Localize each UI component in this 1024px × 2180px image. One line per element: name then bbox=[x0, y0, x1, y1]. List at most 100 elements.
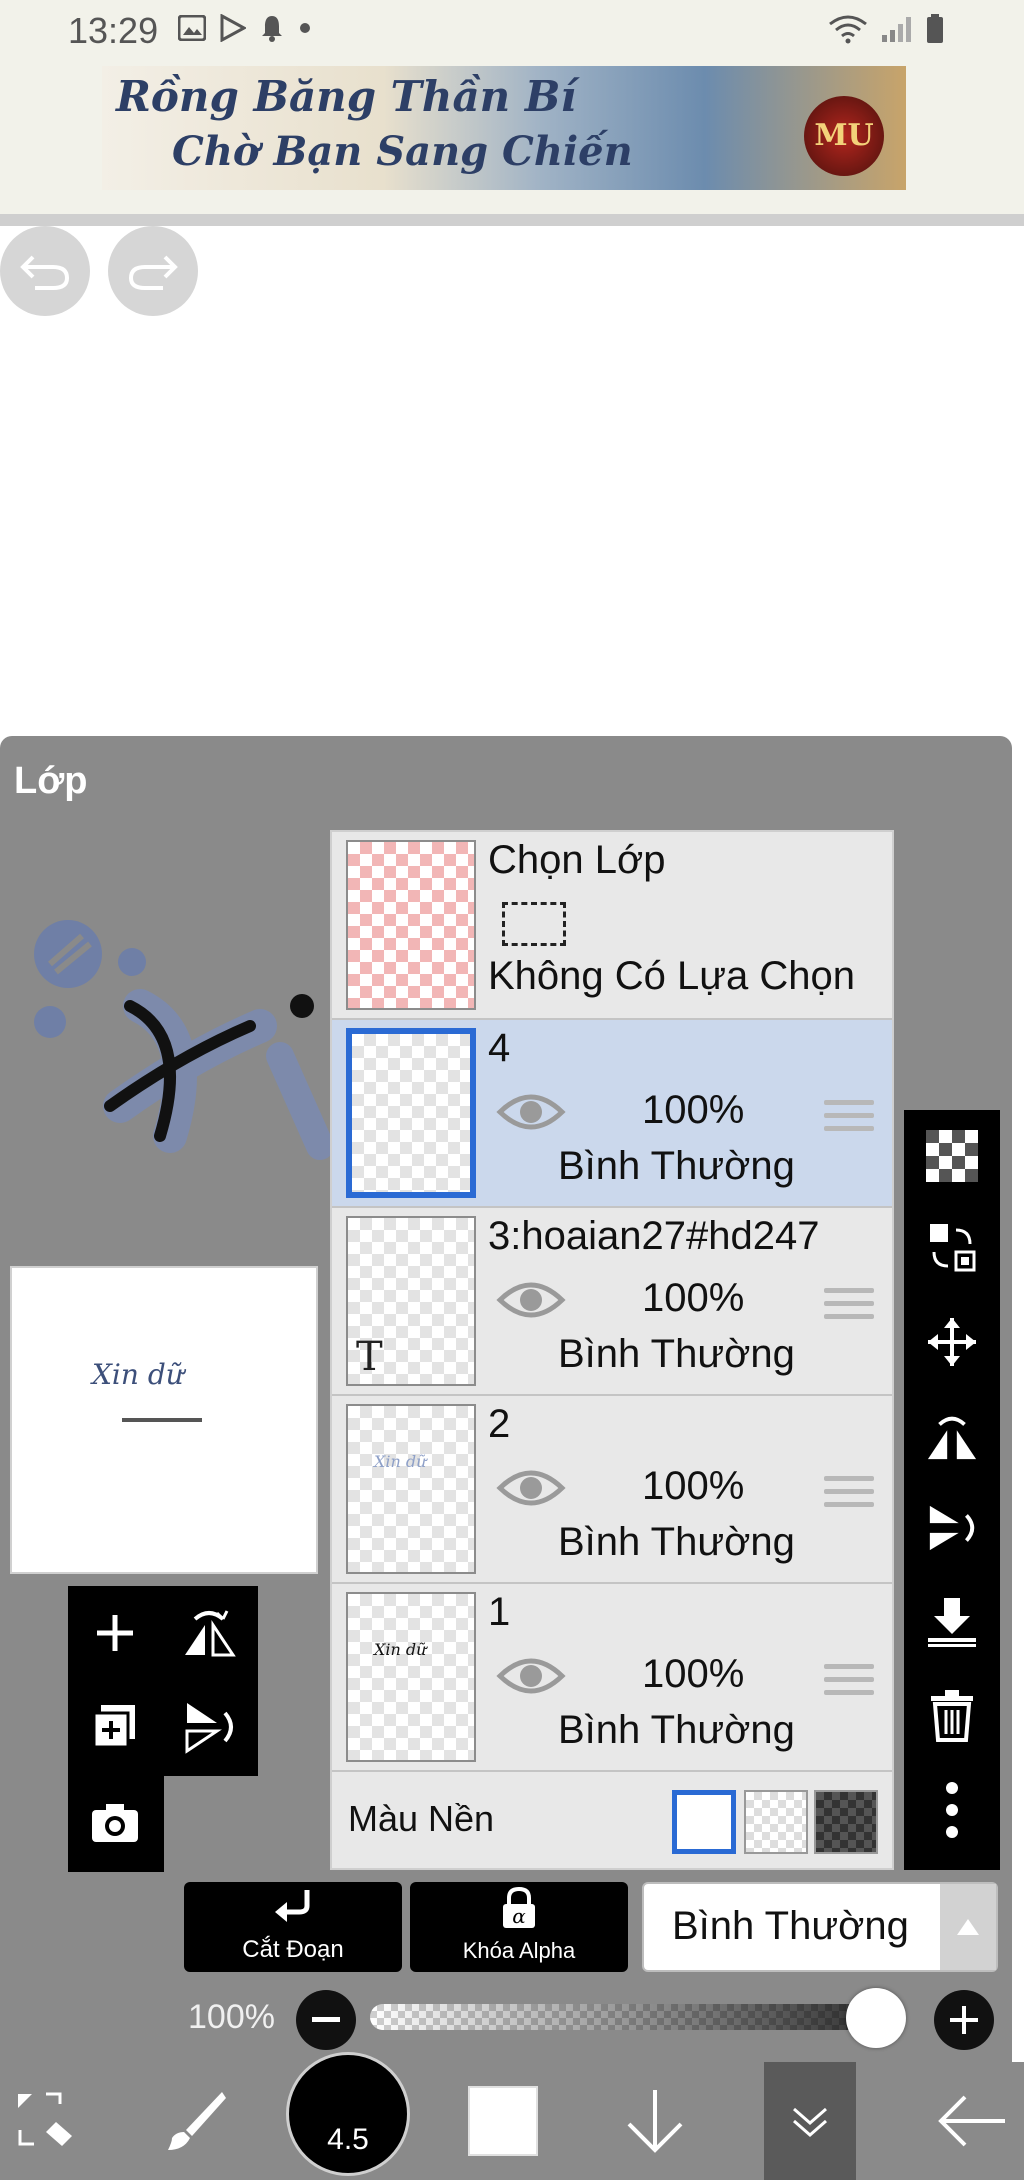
merge-down-icon bbox=[928, 1598, 976, 1647]
visibility-eye-icon[interactable] bbox=[496, 1088, 566, 1136]
layer-row[interactable]: Xin dữ 1 100% Bình Thường bbox=[332, 1584, 892, 1772]
clipping-button[interactable]: Cắt Đoạn bbox=[184, 1882, 402, 1972]
delete-layer-button[interactable] bbox=[926, 1690, 978, 1742]
opacity-slider[interactable] bbox=[370, 2004, 906, 2030]
camera-button[interactable] bbox=[68, 1776, 162, 1870]
layers-list: Chọn Lớp Không Có Lựa Chọn 4 100% Bình T… bbox=[330, 830, 894, 1870]
opacity-slider-knob[interactable] bbox=[846, 1988, 906, 2048]
layer-opacity: 100% bbox=[642, 1088, 745, 1132]
right-tool-column bbox=[904, 1110, 1000, 1870]
lock-icon: α bbox=[503, 1886, 535, 1928]
ad-banner[interactable]: Rồng Băng Thần Bí Chờ Bạn Sang Chiến MU … bbox=[102, 66, 906, 190]
arrow-down-icon bbox=[627, 2090, 683, 2153]
brush-icon bbox=[168, 2092, 226, 2150]
panel-title: Lớp bbox=[14, 760, 88, 802]
blend-mode-value: Bình Thường bbox=[672, 1904, 909, 1948]
layer-row[interactable]: 4 100% Bình Thường bbox=[332, 1020, 892, 1208]
play-store-icon bbox=[220, 14, 246, 42]
selection-marquee-icon bbox=[502, 902, 566, 946]
duplicate-layer-button[interactable] bbox=[68, 1680, 162, 1774]
more-options-button[interactable] bbox=[926, 1782, 978, 1838]
layer-thumbnail-text: Xin dữ bbox=[374, 1452, 427, 1471]
background-dark-swatch[interactable] bbox=[814, 1790, 878, 1854]
visibility-eye-icon[interactable] bbox=[496, 1276, 566, 1324]
redo-icon bbox=[128, 255, 178, 290]
back-button[interactable] bbox=[920, 2062, 1024, 2180]
camera-icon bbox=[92, 1804, 138, 1842]
transparency-button[interactable] bbox=[926, 1130, 978, 1182]
layer-opacity: 100% bbox=[642, 1652, 745, 1696]
drawing-canvas[interactable] bbox=[0, 226, 1024, 738]
selection-layer-title: Chọn Lớp bbox=[488, 838, 666, 882]
layer-opacity: 100% bbox=[642, 1464, 745, 1508]
layer-thumbnail: T bbox=[346, 1216, 476, 1386]
drag-handle-icon[interactable] bbox=[824, 1664, 874, 1703]
trash-icon bbox=[931, 1690, 973, 1742]
flip-horizontal-button[interactable] bbox=[162, 1586, 256, 1680]
merge-down-button[interactable] bbox=[926, 1596, 978, 1648]
plus-icon bbox=[950, 2006, 978, 2034]
battery-icon bbox=[927, 14, 943, 43]
background-transparent-swatch[interactable] bbox=[744, 1790, 808, 1854]
chevron-double-down-icon bbox=[793, 2107, 827, 2137]
redo-button[interactable] bbox=[108, 226, 198, 316]
import-down-button[interactable] bbox=[610, 2062, 700, 2180]
flip-vertical-icon bbox=[929, 1505, 975, 1551]
move-arrows-icon bbox=[928, 1318, 976, 1366]
flip-horizontal-icon bbox=[927, 1416, 977, 1460]
flip-vertical-button[interactable] bbox=[162, 1680, 256, 1774]
color-picker-button[interactable] bbox=[458, 2062, 548, 2180]
layer-blend-mode: Bình Thường bbox=[558, 1708, 795, 1752]
visibility-eye-icon[interactable] bbox=[496, 1464, 566, 1512]
layer-opacity: 100% bbox=[642, 1276, 745, 1320]
gallery-icon bbox=[178, 15, 206, 41]
signal-icon bbox=[882, 17, 911, 42]
transform-tool-button[interactable] bbox=[0, 2062, 90, 2180]
text-layer-icon: T bbox=[356, 1334, 383, 1380]
layer-thumbnail-text: Xin dữ bbox=[374, 1640, 427, 1659]
alpha-lock-button[interactable]: α Khóa Alpha bbox=[410, 1882, 628, 1972]
layer-thumbnail: Xin dữ bbox=[346, 1592, 476, 1762]
clipping-label: Cắt Đoạn bbox=[242, 1936, 344, 1963]
brush-size-value: 4.5 bbox=[327, 2123, 369, 2156]
layer-name: 3:hoaian27#hd247 bbox=[488, 1214, 820, 1258]
flip-vertical-icon bbox=[185, 1703, 233, 1754]
duplicate-icon bbox=[92, 1705, 135, 1749]
layers-button[interactable] bbox=[764, 2062, 856, 2180]
selection-layer-row[interactable]: Chọn Lớp Không Có Lựa Chọn bbox=[332, 832, 892, 1020]
brush-size-button[interactable]: 4.5 bbox=[286, 2052, 410, 2180]
brush-size-circle: 4.5 bbox=[286, 2052, 410, 2176]
current-color-swatch bbox=[468, 2086, 538, 2156]
opacity-increase-button[interactable] bbox=[934, 1990, 994, 2050]
bell-icon bbox=[262, 16, 282, 42]
layer-blend-mode: Bình Thường bbox=[558, 1332, 795, 1376]
undo-icon bbox=[20, 255, 70, 290]
flip-layer-vertical-button[interactable] bbox=[926, 1502, 978, 1554]
status-time: 13:29 bbox=[68, 10, 159, 51]
move-button[interactable] bbox=[926, 1316, 978, 1368]
undo-button[interactable] bbox=[0, 226, 90, 316]
layer-row[interactable]: T 3:hoaian27#hd247 100% Bình Thường bbox=[332, 1208, 892, 1396]
drag-handle-icon[interactable] bbox=[824, 1476, 874, 1515]
background-white-swatch[interactable] bbox=[672, 1790, 736, 1854]
drag-handle-icon[interactable] bbox=[824, 1100, 874, 1139]
canvas-thumbnail-text: Xin dữ bbox=[92, 1358, 184, 1391]
brush-tool-button[interactable] bbox=[150, 2062, 240, 2180]
canvas-thumbnail-subtext bbox=[122, 1418, 202, 1422]
replace-color-button[interactable] bbox=[926, 1222, 978, 1274]
visibility-eye-icon[interactable] bbox=[496, 1652, 566, 1700]
layer-row[interactable]: Xin dữ 2 100% Bình Thường bbox=[332, 1396, 892, 1584]
add-layer-button[interactable] bbox=[68, 1586, 162, 1680]
opacity-decrease-button[interactable] bbox=[296, 1990, 356, 2050]
canvas-art-preview bbox=[34, 920, 334, 1160]
selection-layer-thumbnail bbox=[346, 840, 476, 1010]
opacity-label: 100% bbox=[188, 1998, 275, 2036]
app-root: 13:29 Rồng Băng Thần Bí Chờ Bạn Sang Chi… bbox=[0, 0, 1024, 2180]
blend-mode-select[interactable]: Bình Thường bbox=[642, 1882, 998, 1972]
status-bar: 13:29 bbox=[0, 0, 1024, 62]
blend-mode-dropdown-arrow[interactable] bbox=[940, 1884, 996, 1970]
plus-icon bbox=[97, 1615, 133, 1651]
flip-layer-horizontal-button[interactable] bbox=[926, 1410, 978, 1462]
flip-horizontal-icon bbox=[185, 1610, 236, 1657]
drag-handle-icon[interactable] bbox=[824, 1288, 874, 1327]
